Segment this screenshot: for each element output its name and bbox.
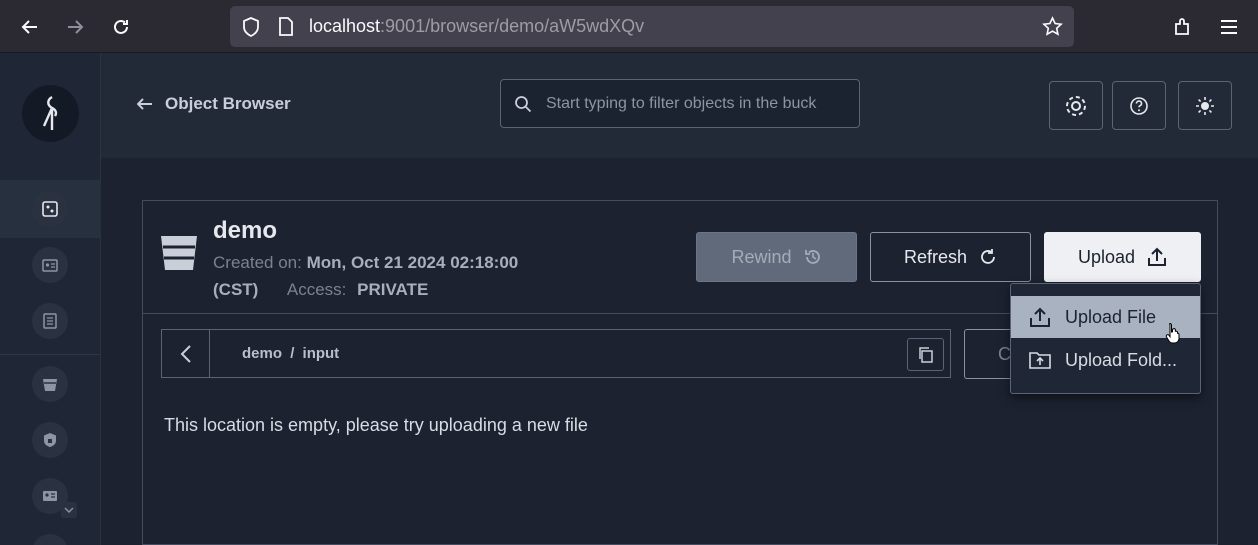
bucket-access-info: (CST) Access: PRIVATE <box>213 280 428 300</box>
upload-button[interactable]: Upload <box>1044 232 1201 282</box>
upload-file-icon <box>1030 307 1050 327</box>
hand-cursor-icon <box>1165 322 1181 348</box>
created-value: Mon, Oct 21 2024 02:18:00 <box>306 253 519 272</box>
theme-toggle-button[interactable] <box>1178 81 1232 130</box>
sidebar-item-documentation[interactable] <box>32 303 68 339</box>
sidebar-divider <box>0 354 101 355</box>
rewind-label: Rewind <box>731 246 792 267</box>
object-browser-icon <box>42 201 58 217</box>
arrow-left-icon <box>137 98 152 110</box>
copy-icon <box>918 346 933 363</box>
upload-icon <box>1148 247 1167 266</box>
url-text[interactable]: localhost:9001/browser/demo/aW5wdXQv <box>309 16 644 37</box>
bucket-icon <box>160 234 198 276</box>
upload-file-label: Upload File <box>1065 306 1157 327</box>
sun-icon <box>1196 96 1214 115</box>
upload-folder-icon <box>1029 352 1051 369</box>
back-link-label: Object Browser <box>165 94 291 113</box>
forward-arrow-icon[interactable] <box>59 11 91 43</box>
back-arrow-icon[interactable] <box>14 11 46 43</box>
document-icon <box>43 313 57 329</box>
copy-path-button[interactable] <box>907 338 944 371</box>
breadcrumb: demo / input <box>161 329 951 378</box>
settings-button[interactable] <box>1049 81 1103 130</box>
access-value: PRIVATE <box>357 280 429 299</box>
page-header: Object Browser Start typing to filter ob… <box>101 53 1258 158</box>
help-icon <box>1130 96 1148 115</box>
sidebar-item-object-browser[interactable] <box>32 191 68 227</box>
filter-search-input[interactable]: Start typing to filter objects in the bu… <box>500 79 860 128</box>
star-icon[interactable] <box>1042 16 1063 37</box>
breadcrumb-path: demo / input <box>242 345 339 362</box>
id-card-icon <box>42 259 58 272</box>
breadcrumb-root[interactable]: demo <box>242 345 282 362</box>
sidebar-item-policies[interactable] <box>32 422 68 458</box>
bucket-icon <box>43 379 57 391</box>
breadcrumb-current: input <box>302 345 340 362</box>
gear-icon <box>1066 95 1086 116</box>
history-icon <box>804 250 820 264</box>
chevron-down-icon[interactable] <box>61 502 77 518</box>
sidebar-item-more[interactable] <box>32 534 68 545</box>
chevron-left-icon <box>180 344 191 363</box>
upload-folder-label: Upload Fold... <box>1065 349 1178 370</box>
browser-toolbar: localhost:9001/browser/demo/aW5wdXQv <box>0 0 1258 53</box>
search-placeholder: Start typing to filter objects in the bu… <box>546 95 817 112</box>
reload-icon[interactable] <box>105 11 137 43</box>
breadcrumb-separator: / <box>290 345 295 362</box>
sidebar-item-buckets[interactable] <box>32 366 68 402</box>
extensions-icon[interactable] <box>1167 11 1199 43</box>
upload-label: Upload <box>1077 246 1136 267</box>
created-label: Created on: <box>213 253 302 272</box>
refresh-label: Refresh <box>903 246 968 267</box>
rewind-button[interactable]: Rewind <box>696 232 857 282</box>
search-icon <box>515 96 532 113</box>
object-browser-back-link[interactable]: Object Browser <box>137 94 291 114</box>
refresh-icon <box>981 249 995 264</box>
address-bar[interactable]: localhost:9001/browser/demo/aW5wdXQv <box>230 6 1074 47</box>
identity-card-icon <box>43 491 57 501</box>
access-label: Access: <box>286 280 347 299</box>
minio-logo-icon[interactable] <box>22 85 79 142</box>
empty-state-message: This location is empty, please try uploa… <box>164 415 588 435</box>
refresh-button[interactable]: Refresh <box>870 232 1031 282</box>
shield-lock-icon <box>44 433 56 447</box>
path-back-button[interactable] <box>162 330 210 377</box>
shield-icon[interactable] <box>242 17 260 37</box>
sidebar <box>0 53 101 545</box>
bucket-title: demo <box>213 217 278 244</box>
menu-icon[interactable] <box>1213 11 1245 43</box>
help-button[interactable] <box>1112 81 1166 130</box>
bucket-created-info: Created on: Mon, Oct 21 2024 02:18:00 <box>213 253 518 273</box>
page-icon <box>279 17 293 36</box>
sidebar-item-access-keys[interactable] <box>32 247 68 283</box>
created-timezone: (CST) <box>213 280 259 299</box>
